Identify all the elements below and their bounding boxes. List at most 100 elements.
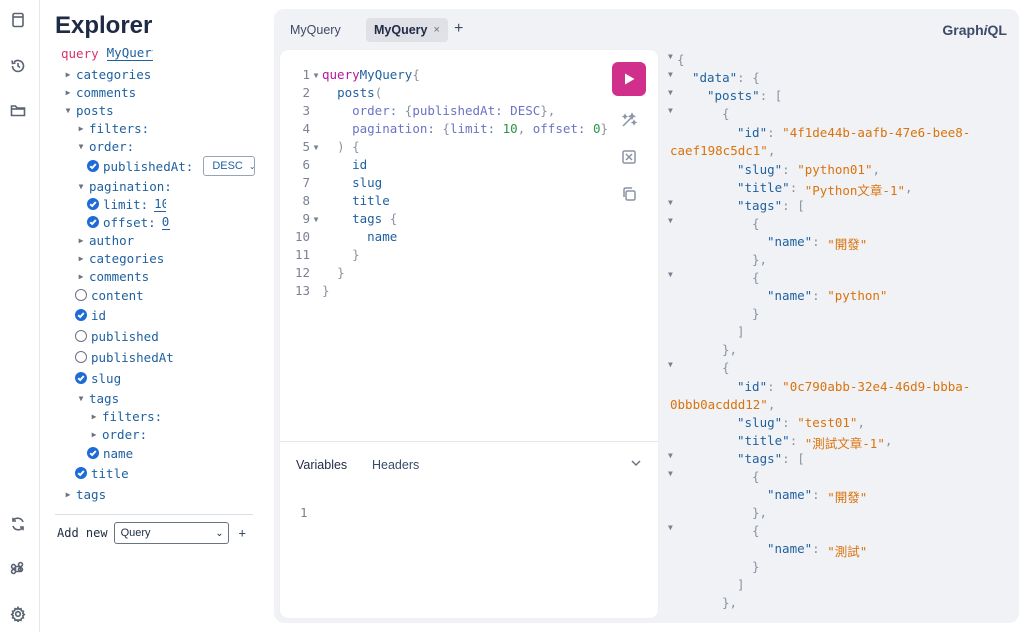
variables-editor[interactable]: 1	[300, 505, 308, 520]
caret-right-icon: ▶	[65, 69, 71, 79]
tree-arg-offset[interactable]: offset: 0	[87, 213, 170, 231]
tree-item-title[interactable]: title	[75, 464, 129, 482]
tree-arg-tags-order[interactable]: ▶ order:	[89, 425, 148, 443]
tree-item-id[interactable]: id	[75, 306, 106, 324]
code-line[interactable]: 1 ▼ query MyQuery{	[280, 67, 419, 85]
add-operation-button[interactable]: +	[239, 526, 246, 540]
code-line[interactable]: 3 order: {publishedAt: DESC},	[280, 103, 555, 121]
tree-item-publishedat[interactable]: publishedAt	[75, 348, 174, 366]
run-query-button[interactable]	[612, 62, 646, 96]
tree-item-categories-sub[interactable]: ▶ categories	[76, 249, 165, 267]
caret-right-icon: ▶	[78, 253, 84, 263]
unchecked-icon[interactable]	[75, 330, 87, 342]
result-line: "slug": "python01",	[737, 162, 881, 177]
result-line: ▼{	[668, 270, 760, 285]
tree-item-author[interactable]: ▶ author	[76, 231, 135, 249]
fold-toggle-icon: ▼	[668, 52, 673, 61]
refresh-icon[interactable]	[8, 514, 28, 534]
code-line[interactable]: 6 id	[280, 157, 367, 175]
code-line[interactable]: 9 ▼ tags {	[280, 211, 397, 229]
tab-myquery-1[interactable]: MyQuery	[282, 18, 349, 42]
tree-item-tags-root[interactable]: ▶ tags	[63, 485, 107, 503]
close-icon[interactable]: ×	[434, 24, 440, 36]
add-tab-button[interactable]: +	[454, 20, 463, 38]
tree-item-tags[interactable]: ▼ tags	[76, 389, 120, 407]
result-line: },	[722, 342, 738, 357]
checked-icon[interactable]	[87, 447, 99, 459]
tree-item-name[interactable]: name	[87, 444, 133, 462]
shortcut-icon[interactable]	[8, 559, 28, 579]
tree-arg-publishedat[interactable]: publishedAt: DESC ⌄	[87, 156, 256, 176]
result-line: ]	[737, 324, 745, 339]
query-name-input[interactable]: MyQuery	[106, 45, 153, 61]
tab-variables[interactable]: Variables	[296, 458, 347, 472]
checked-icon[interactable]	[75, 467, 87, 479]
caret-right-icon: ▶	[91, 411, 97, 421]
result-line: },	[722, 595, 738, 610]
offset-input[interactable]: 0	[161, 214, 170, 230]
query-keyword: query	[61, 45, 99, 61]
fold-toggle-icon[interactable]: ▼	[310, 211, 322, 229]
caret-right-icon: ▶	[78, 235, 84, 245]
code-line[interactable]: 2 posts(	[280, 85, 382, 103]
history-icon[interactable]	[8, 56, 28, 76]
code-line[interactable]: 5 ▼ ) {	[280, 139, 359, 157]
settings-icon[interactable]	[8, 604, 28, 624]
checked-icon[interactable]	[87, 216, 99, 228]
code-line[interactable]: 11 }	[280, 247, 360, 265]
result-line: caef198c5dc1",	[670, 143, 776, 158]
tree-arg-order[interactable]: ▼ order:	[76, 137, 135, 155]
explorer-folder-icon[interactable]	[8, 100, 28, 120]
code-line[interactable]: 7 slug	[280, 175, 382, 193]
fold-toggle-icon[interactable]: ▼	[310, 67, 322, 85]
code-line[interactable]: 8 title	[280, 193, 389, 211]
caret-right-icon: ▶	[91, 429, 97, 439]
tree-arg-pagination[interactable]: ▼ pagination:	[76, 177, 172, 195]
prettify-button[interactable]	[618, 109, 640, 131]
tree-arg-filters[interactable]: ▶ filters:	[76, 119, 150, 137]
caret-right-icon: ▶	[65, 489, 71, 499]
code-line[interactable]: 13 }	[280, 283, 330, 301]
unchecked-icon[interactable]	[75, 289, 87, 301]
result-line: ▼{	[668, 52, 685, 67]
prettify-icon	[621, 112, 637, 127]
result-line: ▼{	[668, 469, 760, 484]
fold-toggle-icon: ▼	[668, 270, 673, 279]
tree-arg-limit[interactable]: limit: 10	[87, 195, 167, 213]
fold-toggle-icon[interactable]: ▼	[310, 139, 322, 157]
result-line: "slug": "test01",	[737, 415, 865, 430]
order-direction-select[interactable]: DESC ⌄	[203, 156, 256, 176]
limit-input[interactable]: 10	[154, 196, 167, 212]
result-line: },	[752, 505, 768, 520]
result-line: ▼{	[668, 216, 760, 231]
tab-myquery-2[interactable]: MyQuery ×	[366, 18, 448, 42]
code-line[interactable]: 10 name	[280, 229, 397, 247]
checked-icon[interactable]	[75, 309, 87, 321]
unchecked-icon[interactable]	[75, 351, 87, 363]
tree-arg-tags-filters[interactable]: ▶ filters:	[89, 407, 163, 425]
operation-type-select[interactable]: Query ⌄	[113, 522, 229, 544]
tree-item-posts[interactable]: ▼ posts	[63, 101, 114, 119]
caret-right-icon: ▶	[78, 123, 84, 133]
tab-headers[interactable]: Headers	[372, 458, 419, 472]
fold-toggle-icon: ▼	[668, 451, 673, 460]
caret-down-icon: ▼	[65, 105, 71, 115]
checked-icon[interactable]	[75, 372, 87, 384]
result-viewer: ▼{ ▼ "data": { ▼ "posts": [ ▼{ "id": "4f1d…	[664, 50, 1019, 618]
code-line[interactable]: 4 pagination: {limit: 10, offset: 0}	[280, 121, 608, 139]
result-line: "id": "4f1de44b-aafb-47e6-bee8-	[737, 125, 971, 140]
copy-query-button[interactable]	[618, 183, 640, 205]
tree-item-published[interactable]: published	[75, 327, 159, 345]
merge-fragments-button[interactable]	[618, 146, 640, 168]
checked-icon[interactable]	[87, 160, 99, 172]
tree-item-comments[interactable]: ▶ comments	[63, 83, 137, 101]
tree-item-slug[interactable]: slug	[75, 369, 121, 387]
code-line[interactable]: 12 }	[280, 265, 345, 283]
tree-item-content[interactable]: content	[75, 286, 144, 304]
chevron-down-icon[interactable]	[630, 456, 644, 470]
checked-icon[interactable]	[87, 198, 99, 210]
docs-icon[interactable]	[8, 10, 28, 30]
graphiql-logo: GraphiQL	[942, 22, 1007, 38]
tree-item-categories[interactable]: ▶ categories	[63, 65, 152, 83]
tree-item-comments-sub[interactable]: ▶ comments	[76, 267, 150, 285]
